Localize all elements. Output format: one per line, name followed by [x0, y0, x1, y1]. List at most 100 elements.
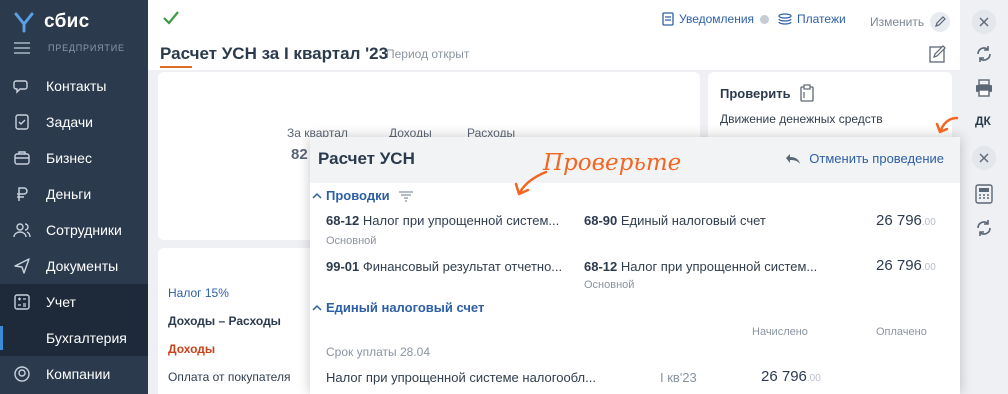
- document-header: Уведомления Платежи Изменить Расчет УСН …: [148, 0, 960, 70]
- sidebar-item-label: Деньги: [46, 186, 92, 202]
- credit-name: Единый налоговый счет: [620, 213, 766, 228]
- column-paid: Оплачено: [876, 326, 927, 338]
- clipboard-icon: [799, 84, 815, 102]
- sidebar-item-documents[interactable]: Документы: [0, 248, 148, 284]
- title-underline: [160, 66, 192, 68]
- coins-icon: [778, 13, 792, 25]
- debit-name: Финансовый результат отчетно...: [362, 259, 563, 274]
- amount-rubles: 26 796: [876, 212, 922, 229]
- sidebar-item-label: Бухгалтерия: [46, 330, 127, 346]
- checkmark-icon: [163, 11, 179, 25]
- debit-name: Налог при упрощенной систем...: [362, 213, 560, 228]
- posting-amount: 26 796.00: [876, 212, 936, 229]
- logo-text: сбис: [44, 11, 90, 32]
- payments-link[interactable]: Платежи: [778, 12, 846, 26]
- cash-flow-link[interactable]: Движение денежных средств: [720, 112, 883, 126]
- period-status: Период открыт: [386, 47, 470, 61]
- sidebar-item-label: Учет: [46, 294, 76, 310]
- hint-annotation: Проверьте: [543, 150, 682, 176]
- income-label[interactable]: Доходы: [168, 342, 215, 356]
- summary-value: 82: [291, 146, 308, 163]
- sidebar-item-label: Документы: [46, 258, 119, 274]
- ens-title: Единый налоговый счет: [326, 300, 485, 315]
- tax-row-quarter: I кв'23: [660, 370, 697, 385]
- check-label: Проверить: [720, 85, 791, 101]
- chevron-up-icon: [312, 304, 322, 312]
- refresh-icon[interactable]: [972, 42, 996, 66]
- sidebar-item-companies[interactable]: Компании: [0, 356, 148, 392]
- panel-refresh-icon[interactable]: [972, 216, 996, 240]
- send-icon: [12, 256, 32, 276]
- notifications-label: Уведомления: [679, 12, 755, 26]
- edit-label: Изменить: [870, 15, 925, 29]
- document-edit-icon[interactable]: [928, 44, 948, 64]
- sidebar-item-business[interactable]: Бизнес: [0, 140, 148, 176]
- sidebar-item-contacts[interactable]: Контакты: [0, 68, 148, 104]
- amount-kopecks: .00: [806, 373, 821, 384]
- posting-credit[interactable]: 68-12 Налог при упрощенной систем...: [584, 259, 817, 274]
- sidebar-item-employees[interactable]: Сотрудники: [0, 212, 148, 248]
- org-label: ПРЕДПРИЯТИЕ: [48, 43, 125, 53]
- pencil-icon[interactable]: [930, 12, 951, 32]
- credit-name: Налог при упрощенной систем...: [620, 259, 818, 274]
- people-icon: [12, 220, 32, 240]
- column-accrued: Начислено: [752, 326, 808, 338]
- due-date: Срок уплаты 28.04: [326, 345, 430, 359]
- org-switcher[interactable]: ПРЕДПРИЯТИЕ: [14, 42, 125, 54]
- logo[interactable]: сбис: [12, 8, 90, 36]
- panel-title: Расчет УСН: [318, 149, 415, 168]
- sidebar-item-label: Сотрудники: [46, 222, 122, 238]
- chevron-up-icon: [312, 192, 322, 200]
- sidebar-item-label: Задачи: [46, 114, 94, 130]
- buyer-payment-label: Оплата от покупателя: [168, 370, 291, 384]
- right-toolbar: ДК: [960, 0, 1008, 394]
- tax-row-amount: 26 796.00: [761, 368, 821, 385]
- credit-code: 68-12: [584, 259, 618, 274]
- sidebar-item-tasks[interactable]: Задачи: [0, 104, 148, 140]
- posting-debit[interactable]: 99-01 Финансовый результат отчетно...: [326, 259, 562, 274]
- sidebar-subitem-bookkeeping[interactable]: Бухгалтерия: [0, 320, 148, 356]
- notifications-link[interactable]: Уведомления: [662, 12, 770, 26]
- posting-debit[interactable]: 68-12 Налог при упрощенной систем...: [326, 213, 559, 228]
- tax-row-name[interactable]: Налог при упрощенной системе налогообл..…: [326, 370, 596, 385]
- filter-icon[interactable]: [398, 190, 414, 202]
- active-indicator: [0, 326, 3, 350]
- page-title: Расчет УСН за I квартал '23: [160, 44, 389, 63]
- calculator-icon: [12, 292, 32, 312]
- sidebar-item-label: Контакты: [46, 78, 107, 94]
- posting-amount: 26 796.00: [876, 257, 936, 274]
- credit-subaccount: Основной: [584, 279, 635, 291]
- ruble-icon: [12, 184, 32, 204]
- credit-code: 68-90: [584, 213, 618, 228]
- dk-button[interactable]: ДК: [975, 114, 991, 128]
- sidebar-item-accounting[interactable]: Учет: [0, 284, 148, 320]
- sidebar: сбис ПРЕДПРИЯТИЕ Контакты Задачи Бизнес …: [0, 0, 148, 394]
- panel-close-icon[interactable]: [972, 146, 996, 170]
- edit-control[interactable]: Изменить: [870, 12, 951, 32]
- sidebar-item-money[interactable]: Деньги: [0, 176, 148, 212]
- business-icon: [12, 148, 32, 168]
- tax-rate-link[interactable]: Налог 15%: [168, 286, 229, 300]
- sidebar-item-label: Бизнес: [46, 150, 92, 166]
- tasks-icon: [12, 112, 32, 132]
- postings-section-header[interactable]: Проводки: [312, 188, 414, 203]
- check-button[interactable]: Проверить: [720, 84, 815, 102]
- ens-section-header[interactable]: Единый налоговый счет: [312, 300, 484, 315]
- print-icon[interactable]: [972, 76, 996, 100]
- amount-kopecks: .00: [921, 262, 936, 273]
- calculator-icon[interactable]: [972, 182, 996, 206]
- menu-icon[interactable]: [14, 42, 30, 54]
- tax-base-label[interactable]: Доходы – Расходы: [168, 314, 281, 328]
- undo-posting-button[interactable]: Отменить проведение: [785, 151, 944, 166]
- check-card: Проверить Движение денежных средств: [708, 72, 952, 142]
- undo-icon: [785, 153, 801, 165]
- close-icon[interactable]: [972, 10, 996, 34]
- document-icon: [662, 12, 674, 26]
- info-icon[interactable]: [760, 14, 770, 24]
- debit-code: 68-12: [326, 213, 360, 228]
- dk-arrow-icon: [935, 116, 959, 134]
- posting-credit[interactable]: 68-90 Единый налоговый счет: [584, 213, 766, 228]
- company-icon: [12, 364, 32, 384]
- amount-rubles: 26 796: [876, 257, 922, 274]
- payments-label: Платежи: [797, 12, 846, 26]
